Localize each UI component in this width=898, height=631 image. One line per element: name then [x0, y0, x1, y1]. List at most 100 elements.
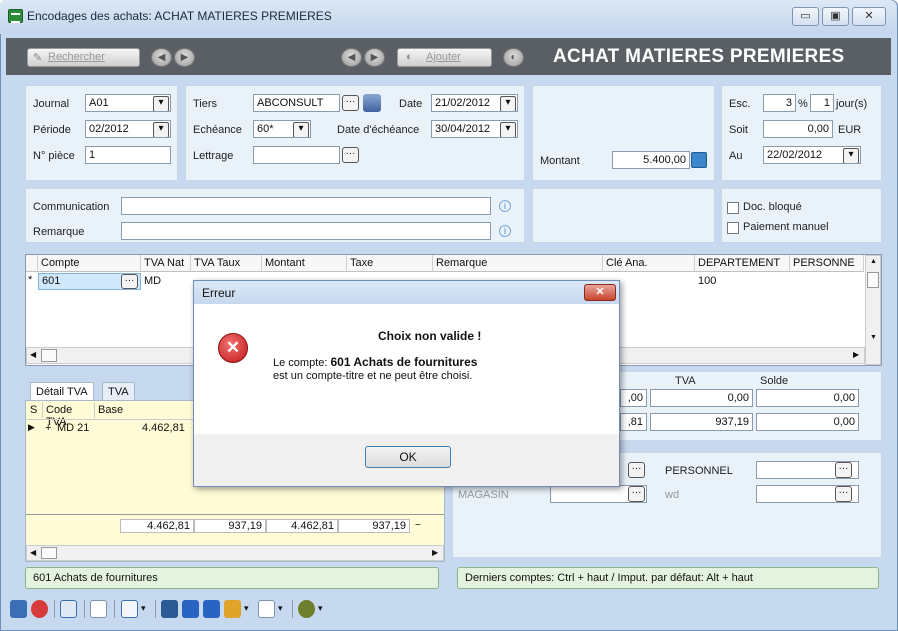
binder-icon[interactable] [161, 600, 178, 618]
dialog-line2: est un compte-titre et ne peut être choi… [273, 370, 473, 382]
calculator-icon[interactable] [691, 152, 707, 168]
next-nav-icon[interactable]: ▶ [174, 48, 195, 67]
grid-header-cle-ana[interactable]: Clé Ana. [603, 255, 695, 272]
echeance-label: Echéance [193, 124, 242, 136]
piece-input[interactable]: 1 [85, 146, 171, 164]
add-icon: ◐ [406, 51, 413, 63]
options-panel [721, 188, 882, 243]
document-icon[interactable] [90, 600, 107, 618]
grid-header-departement[interactable]: DEPARTEMENT [695, 255, 790, 272]
tools-icon[interactable] [298, 600, 315, 618]
total-base-2: 4.462,81 [266, 519, 338, 533]
window-icon[interactable] [121, 600, 138, 618]
lettrage-input[interactable] [253, 146, 340, 164]
communication-info-icon[interactable]: i [499, 200, 511, 212]
grid-header-tva-taux[interactable]: TVA Taux [191, 255, 262, 272]
remarque-label: Remarque [33, 226, 85, 238]
minimize-button[interactable]: ▭ [792, 7, 819, 26]
grid-vertical-scrollbar[interactable]: ▲ ▼ [865, 255, 881, 365]
note-icon[interactable] [224, 600, 241, 618]
wd-label: wd [665, 489, 680, 501]
tva-row-s: + [45, 422, 52, 434]
status-shortcuts: Derniers comptes: Ctrl + haut / Imput. p… [457, 567, 879, 589]
total-base: 4.462,81 [120, 519, 194, 533]
tiers-browse-button[interactable]: ··· [342, 95, 359, 111]
jour-input[interactable]: 1 [810, 94, 834, 112]
doc-bloque-checkbox[interactable] [727, 202, 739, 214]
grid-header-personne[interactable]: PERSONNE [790, 255, 864, 272]
ok-button[interactable]: OK [365, 446, 451, 468]
lettrage-browse-button[interactable]: ··· [342, 147, 359, 163]
periode-label: Période [33, 124, 71, 136]
import-icon[interactable] [182, 600, 199, 618]
cancel-icon[interactable] [31, 600, 48, 618]
analytic-browse-1[interactable]: ··· [628, 462, 645, 478]
date-echeance-label: Date d'échéance [337, 124, 420, 136]
dialog-close-button[interactable]: ✕ [584, 284, 616, 301]
grid-header-montant[interactable]: Montant [262, 255, 347, 272]
add-button[interactable]: ◐ Ajouter [397, 48, 492, 67]
app-icon [8, 9, 23, 23]
magasin-label: MAGASIN [458, 489, 509, 501]
date-echeance-picker[interactable]: 30/04/2012 [431, 120, 518, 138]
print-icon[interactable] [60, 600, 77, 618]
personnel-browse-button[interactable]: ··· [835, 462, 852, 478]
chevron-down-icon[interactable]: ▾ [244, 603, 249, 614]
chevron-down-icon[interactable]: ▾ [318, 603, 323, 614]
tab-detail-tva[interactable]: Détail TVA [30, 382, 94, 401]
summary-r2-tva: 937,19 [650, 413, 753, 431]
au-date-picker[interactable]: 22/02/2012 [763, 146, 861, 164]
wd-browse-button[interactable]: ··· [835, 486, 852, 502]
grid-header-tva-nat[interactable]: TVA Nat [141, 255, 191, 272]
paiement-manuel-checkbox[interactable] [727, 222, 739, 234]
add-label: Ajouter [426, 51, 461, 63]
tiers-card-icon[interactable] [363, 94, 381, 112]
summary-tva-label: TVA [675, 375, 696, 387]
grid-header-remarque[interactable]: Remarque [433, 255, 603, 272]
tab-tva[interactable]: TVA [102, 382, 135, 401]
date-label: Date [399, 98, 423, 110]
magasin-browse-button[interactable]: ··· [628, 486, 645, 502]
export-icon[interactable] [203, 600, 220, 618]
report-icon[interactable] [258, 600, 275, 618]
departement-cell[interactable]: 100 [698, 275, 716, 287]
dialog-body [194, 304, 619, 434]
periode-select[interactable]: 02/2012 [85, 120, 171, 138]
tva-row-code[interactable]: MD 21 [57, 422, 89, 434]
save-icon[interactable] [10, 600, 27, 618]
grid-header-taxe[interactable]: Taxe [347, 255, 433, 272]
piece-label: N° pièce [33, 150, 75, 162]
summary-r1-c1: ,00 [620, 389, 647, 407]
close-window-button[interactable]: ✕ [852, 7, 886, 26]
tva-horizontal-scrollbar[interactable]: ◀ ▶ [26, 545, 444, 561]
esc-unit: % [798, 98, 808, 110]
tva-row-base[interactable]: 4.462,81 [142, 422, 185, 434]
remarque-input[interactable] [121, 222, 491, 240]
total-tva-2: 937,19 [338, 519, 410, 533]
tiers-input[interactable]: ABCONSULT [253, 94, 340, 112]
prev-doc-icon[interactable]: ◀ [341, 48, 362, 67]
next-doc-icon[interactable]: ▶ [364, 48, 385, 67]
grid-header-compte[interactable]: Compte [38, 255, 141, 272]
esc-input[interactable]: 3 [763, 94, 796, 112]
journal-select[interactable]: A01 [85, 94, 171, 112]
tva-nat-cell[interactable]: MD [144, 275, 161, 287]
chevron-down-icon[interactable]: ▾ [141, 603, 146, 614]
soit-input[interactable]: 0,00 [763, 120, 833, 138]
date-picker[interactable]: 21/02/2012 [431, 94, 518, 112]
status-account: 601 Achats de fournitures [25, 567, 439, 589]
soit-unit: EUR [838, 124, 862, 136]
montant-label: Montant [540, 155, 580, 167]
remarque-info-icon[interactable]: i [499, 225, 511, 237]
maximize-button[interactable]: ▣ [822, 7, 849, 26]
search-button[interactable]: ✎ Rechercher [27, 48, 140, 67]
montant-input[interactable]: 5.400,00 [612, 151, 690, 169]
tva-header-code: Code TVA [42, 402, 94, 428]
dialog-heading: Choix non valide ! [378, 329, 482, 343]
compte-browse-button[interactable]: ··· [121, 274, 138, 289]
communication-input[interactable] [121, 197, 491, 215]
prev-nav-icon[interactable]: ◀ [151, 48, 172, 67]
refresh-icon[interactable]: ◐ [503, 48, 524, 67]
echeance-select[interactable]: 60* [253, 120, 311, 138]
chevron-down-icon[interactable]: ▾ [278, 603, 283, 614]
